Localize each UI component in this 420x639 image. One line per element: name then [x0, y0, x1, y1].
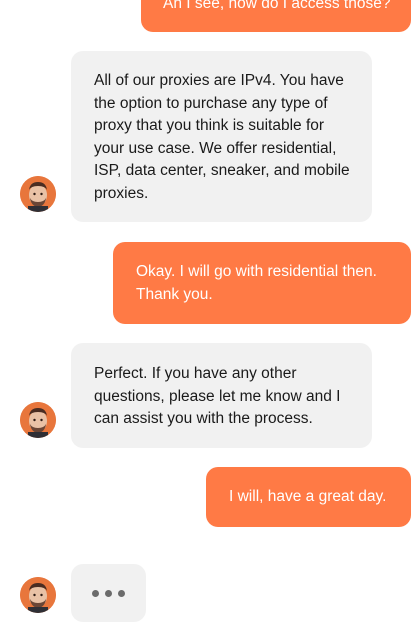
- agent-avatar: [20, 577, 56, 613]
- typing-dot: [105, 589, 112, 597]
- chat-transcript: Ah I see, how do I access those? All of …: [0, 0, 420, 639]
- agent-message: All of our proxies are IPv4. You have th…: [71, 51, 372, 222]
- typing-dot: [92, 589, 99, 597]
- user-message: Ah I see, how do I access those?: [141, 0, 411, 32]
- user-message: Okay. I will go with residential then. T…: [113, 242, 411, 324]
- agent-message: Perfect. If you have any other questions…: [71, 343, 372, 448]
- typing-dot: [118, 589, 125, 597]
- agent-avatar: [20, 402, 56, 438]
- user-message: I will, have a great day.: [206, 467, 411, 527]
- typing-indicator-icon: [71, 564, 146, 622]
- agent-avatar: [20, 176, 56, 212]
